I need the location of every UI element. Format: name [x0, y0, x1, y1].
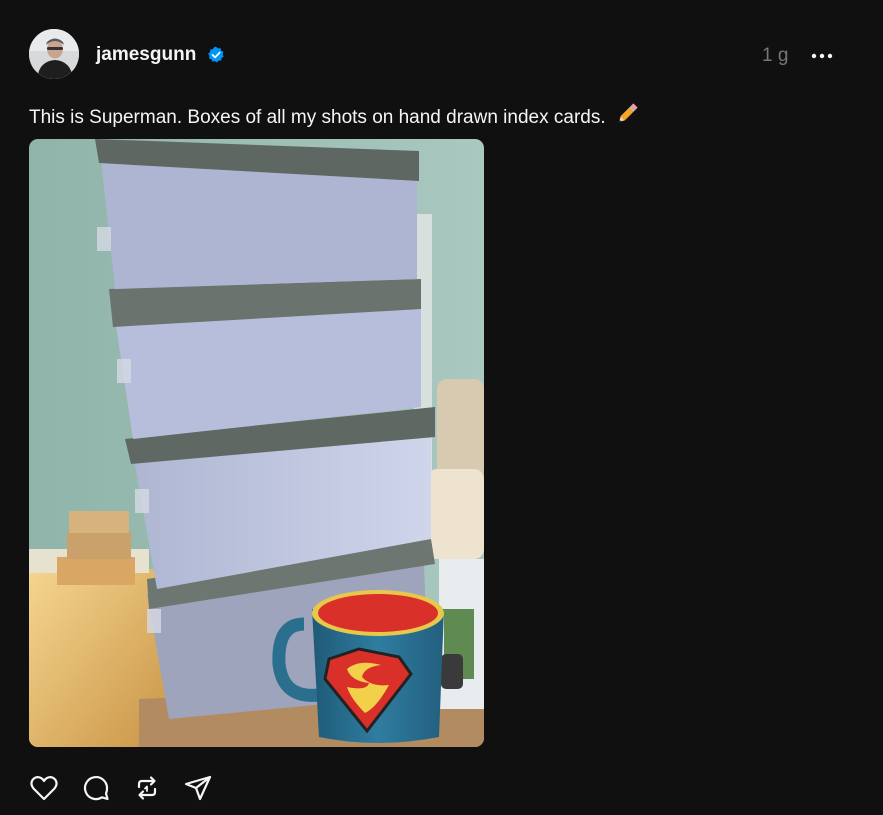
- avatar[interactable]: [29, 29, 79, 79]
- heart-icon[interactable]: [29, 773, 59, 803]
- post-card: jamesgunn 1 g This is Superman. Boxes of…: [0, 0, 883, 815]
- comment-icon[interactable]: [81, 773, 111, 803]
- verified-badge-icon: [208, 46, 224, 63]
- post-timestamp: 1 g: [762, 45, 789, 66]
- share-icon[interactable]: [183, 773, 213, 803]
- username[interactable]: jamesgunn: [96, 44, 196, 66]
- more-options-icon[interactable]: [810, 45, 834, 67]
- post-caption: This is Superman. Boxes of all my shots …: [29, 102, 639, 133]
- post-photo[interactable]: [29, 139, 484, 747]
- pencil-icon: [615, 102, 639, 133]
- caption-text: This is Superman. Boxes of all my shots …: [29, 107, 606, 128]
- avatar-image: [29, 29, 79, 79]
- photo-image: [29, 139, 484, 747]
- repost-icon[interactable]: [132, 773, 162, 803]
